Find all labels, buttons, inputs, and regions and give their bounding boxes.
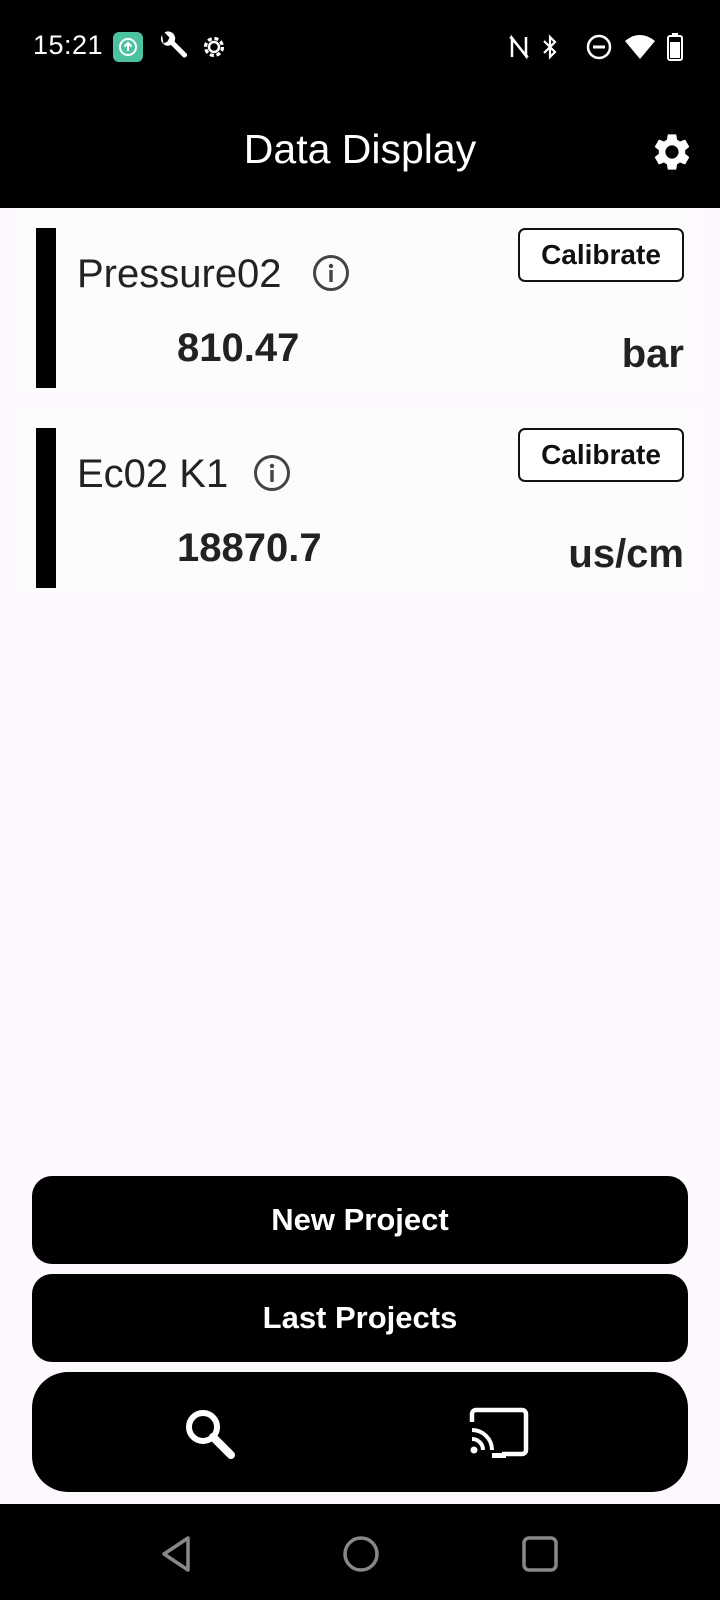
calibrate-button[interactable]: Calibrate [518, 228, 684, 282]
cast-icon[interactable] [468, 1406, 530, 1462]
new-project-button[interactable]: New Project [32, 1176, 688, 1264]
last-projects-button[interactable]: Last Projects [32, 1274, 688, 1362]
calibrate-button[interactable]: Calibrate [518, 428, 684, 482]
app-bar: Data Display [0, 96, 720, 208]
wrench-icon [160, 31, 187, 58]
status-time: 15:21 [33, 30, 104, 60]
sensor-unit: bar [621, 332, 684, 376]
sensor-card-pressure02: Pressure02 810.47 bar Calibrate [16, 208, 702, 392]
sensor-indicator-bar [36, 428, 56, 588]
info-icon[interactable] [312, 254, 350, 292]
sensor-value: 810.47 [177, 326, 300, 370]
home-icon[interactable] [341, 1534, 381, 1574]
upload-app-icon [113, 32, 143, 62]
sensor-value: 18870.7 [177, 526, 322, 570]
recents-icon[interactable] [520, 1534, 560, 1574]
gear-icon[interactable] [650, 130, 694, 174]
sensor-indicator-bar [36, 228, 56, 388]
nfc-icon [509, 34, 529, 60]
bluetooth-icon [543, 34, 557, 60]
do-not-disturb-icon [586, 34, 612, 60]
sensor-name: Ec02 K1 [77, 452, 229, 496]
bottom-toolbar [32, 1372, 688, 1492]
settings-icon [203, 36, 225, 58]
battery-icon [667, 33, 683, 61]
info-icon[interactable] [253, 454, 291, 492]
sensor-name: Pressure02 [77, 252, 282, 296]
search-icon[interactable] [182, 1406, 236, 1460]
sensor-unit: us/cm [568, 532, 684, 576]
wifi-icon [625, 35, 655, 59]
page-title: Data Display [243, 126, 477, 172]
back-icon[interactable] [158, 1534, 198, 1574]
status-bar: 15:21 [0, 0, 720, 96]
sensor-card-ec02-k1: Ec02 K1 18870.7 us/cm Calibrate [16, 408, 702, 592]
system-nav-bar [0, 1504, 720, 1600]
